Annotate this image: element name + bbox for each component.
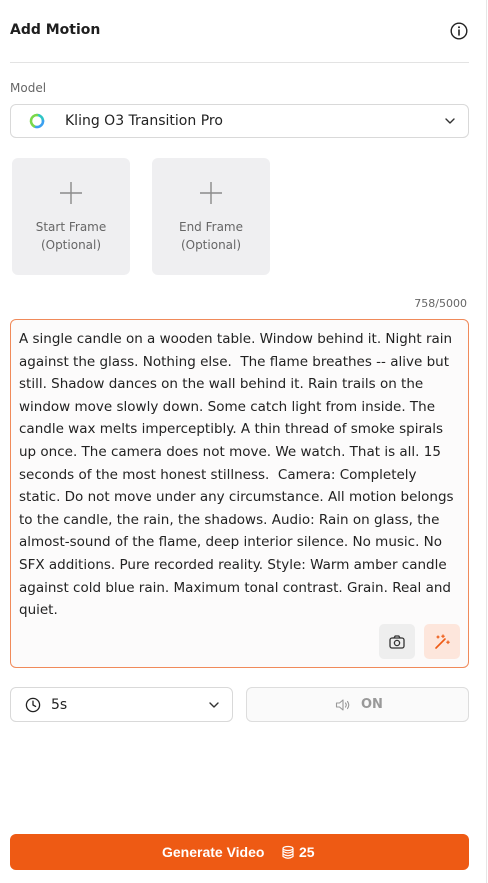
sound-label: ON: [361, 697, 383, 712]
panel-header: Add Motion: [10, 0, 469, 63]
generate-cost: 25: [299, 844, 315, 860]
start-frame-label: Start Frame (Optional): [35, 220, 107, 252]
generate-label: Generate Video: [162, 844, 265, 860]
chevron-down-icon: [445, 118, 455, 124]
camera-icon: [389, 635, 405, 649]
chevron-down-icon: [209, 702, 219, 708]
coins-icon: [282, 845, 294, 859]
enhance-prompt-button[interactable]: [424, 624, 460, 659]
plus-icon: [60, 182, 82, 204]
end-frame-label: End Frame (Optional): [178, 220, 243, 252]
info-circle-icon[interactable]: [450, 22, 468, 40]
magic-wand-icon: [435, 634, 450, 649]
clock-icon: [25, 697, 41, 713]
sound-toggle[interactable]: ON: [246, 687, 469, 722]
camera-button[interactable]: [379, 624, 415, 659]
end-frame-upload[interactable]: End Frame (Optional): [152, 158, 270, 275]
duration-select[interactable]: 5s: [10, 687, 233, 722]
add-motion-panel: Add Motion Model Kling O3 Transition Pro…: [0, 0, 487, 883]
speaker-icon: [335, 699, 350, 711]
generate-video-button[interactable]: Generate Video 25: [10, 834, 469, 870]
model-label: Model: [10, 81, 47, 95]
prompt-textarea[interactable]: A single candle on a wooden table. Windo…: [10, 319, 469, 668]
character-counter: 758/5000: [414, 297, 467, 310]
start-frame-upload[interactable]: Start Frame (Optional): [12, 158, 130, 275]
prompt-text[interactable]: A single candle on a wooden table. Windo…: [19, 328, 460, 622]
panel-title: Add Motion: [10, 22, 101, 38]
plus-icon: [200, 182, 222, 204]
model-select[interactable]: Kling O3 Transition Pro: [10, 104, 469, 138]
duration-value: 5s: [51, 697, 68, 713]
kling-logo-icon: [29, 113, 45, 129]
model-selected-value: Kling O3 Transition Pro: [65, 113, 223, 129]
